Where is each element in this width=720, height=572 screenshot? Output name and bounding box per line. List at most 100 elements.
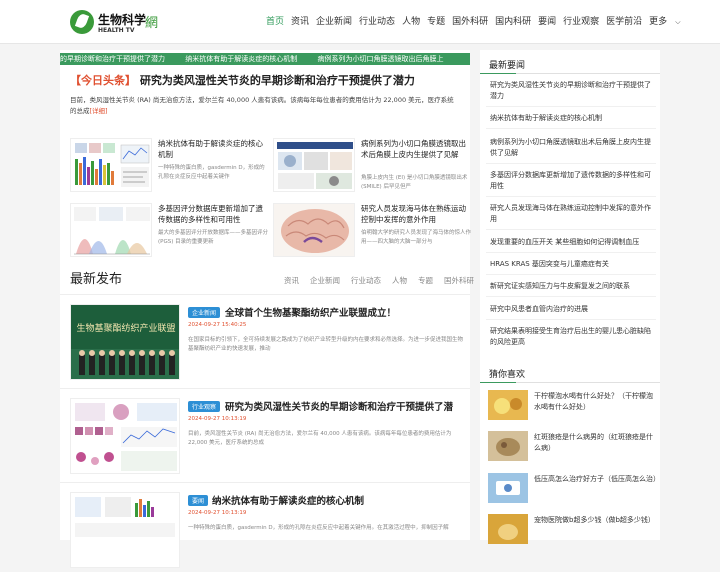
divider xyxy=(60,482,470,483)
divider xyxy=(486,274,656,275)
sidebar-news-item[interactable]: 研究人员发现海马体在熟练运动控制中发挥的意外作用 xyxy=(490,203,655,225)
nav-domestic-research[interactable]: 国内科研 xyxy=(495,14,531,27)
feature-card[interactable]: 多基因评分数据库更新增加了遗传数据的多样性和可用性 最大的多基因评分开放数据库—… xyxy=(70,203,270,263)
tab-foreign-research[interactable]: 国外科研 xyxy=(444,276,474,285)
leaf-logo-icon xyxy=(70,10,94,34)
card-description: 最大的多基因评分开放数据库——多基因评分 (PGS) 目录的重要更新 xyxy=(158,230,269,245)
article-title: 全球首个生物基聚酯纺织产业联盟成立！ xyxy=(225,308,397,319)
feature-card[interactable]: 纳米抗体有助于解读炎症的核心机制 一种特殊的蛋白质，gasdermin D，形成… xyxy=(70,138,270,198)
article-date: 2024-09-27 10:13:19 xyxy=(188,416,247,422)
article-item[interactable]: 生物基聚酯纺织产业联盟 企业新闻 全球首个生物基聚酯纺织产业联盟成立！ 2024… xyxy=(70,304,465,384)
divider xyxy=(486,128,656,129)
nav-medical-frontier[interactable]: 医学前沿 xyxy=(606,14,642,27)
ticker-item[interactable]: 的早期诊断和治疗干预提供了潜力 xyxy=(60,53,165,65)
site-logo[interactable]: 生物科学 HEALTH TV 網 xyxy=(70,8,160,38)
divider xyxy=(486,229,656,230)
tab-company-news[interactable]: 企业新闻 xyxy=(310,276,340,285)
feature-card[interactable]: 病例系列为小切口角膜透镜取出术后角膜上皮内生提供了见解 角膜上皮内生 (EI) … xyxy=(273,138,473,198)
card-title: 病例系列为小切口角膜透镜取出术后角膜上皮内生提供了见解 xyxy=(361,139,466,159)
sidebar-news-item[interactable]: 研究为类风湿性关节炎的早期诊断和治疗干预提供了潜力 xyxy=(490,80,655,102)
nav-more[interactable]: 更多 ⌵ xyxy=(649,14,687,27)
tab-people[interactable]: 人物 xyxy=(392,276,407,285)
sidebar-news-item[interactable]: 多基因评分数据库更新增加了遗传数据的多样性和可用性 xyxy=(490,170,655,192)
sidebar-news-item[interactable]: 病例系列为小切口角膜透镜取出术后角膜上皮内生提供了见解 xyxy=(490,137,655,159)
card-description: 角膜上皮内生 (EI) 是小切口角膜透镜取出术 (SMILE) 后罕见但严 xyxy=(361,175,468,190)
sidebar-title-underline xyxy=(480,382,660,383)
card-description: 一种特殊的蛋白质，gasdermin D，形成的孔隙在炎症反应中起着关键作 xyxy=(158,165,265,180)
site-header: 生物科学 HEALTH TV 網 首页 资讯 企业新闻 行业动态 人物 专题 国外科研 国内科… xyxy=(0,0,720,44)
nav-topics[interactable]: 专题 xyxy=(427,14,445,27)
category-badge[interactable]: 要闻 xyxy=(188,495,209,506)
recommended-title: 干柠檬泡水喝有什么好处？（干柠檬泡水喝有什么好处） xyxy=(534,392,653,411)
card-title: 研究人员发现海马体在熟练运动控制中发挥的意外作用 xyxy=(361,204,466,224)
article-item[interactable]: 行业观察 研究为类风湿性关节炎的早期诊断和治疗干预提供了潜 2024-09-27… xyxy=(70,398,465,478)
recommended-title: 低压高怎么治疗好方子（低压高怎么治） xyxy=(534,475,660,483)
latest-tabs: 资讯 企业新闻 行业动态 人物 专题 国外科研 xyxy=(284,275,485,286)
category-badge[interactable]: 企业新闻 xyxy=(188,307,221,318)
card-title: 纳米抗体有助于解读炎症的核心机制 xyxy=(158,139,263,159)
nav-headlines[interactable]: 要闻 xyxy=(538,14,556,27)
sidebar-news-item[interactable]: HRAS KRAS 基因突变与儿童癌症有关 xyxy=(490,259,655,270)
ticker-item[interactable]: 纳米抗体有助于解读炎症的核心机制 xyxy=(185,53,297,65)
headline-summary: 目前，类风湿性关节炎 (RA) 尚无治愈方法，爱尔兰有 40,000 人患有该病… xyxy=(70,95,460,117)
recommended-title: 宠物医院做b超多少钱（做b超多少钱） xyxy=(534,516,655,524)
card-thumbnail xyxy=(273,203,355,257)
nav-home[interactable]: 首页 xyxy=(266,14,284,27)
article-title: 研究为类风湿性关节炎的早期诊断和治疗干预提供了潜 xyxy=(225,402,454,413)
article-date: 2024-09-27 15:40:25 xyxy=(188,322,247,328)
alliance-photo: 生物基聚酯纺织产业联盟 xyxy=(71,305,179,379)
recommended-item[interactable]: 低压高怎么治疗好方子（低压高怎么治） xyxy=(488,473,660,505)
sidebar-news-item[interactable]: 新研究证实感知压力与牛皮癣复发之间的联系 xyxy=(490,281,655,292)
article-image: 生物基聚酯纺织产业联盟 xyxy=(70,304,180,380)
logo-mark: 網 xyxy=(145,16,159,31)
top-headline[interactable]: 【今日头条】 研究为类风湿性关节炎的早期诊断和治疗干预提供了潜力 xyxy=(70,72,470,88)
article-date: 2024-09-27 10:13:19 xyxy=(188,510,247,516)
ticker-item[interactable]: 病例系列为小切口角膜透镜取出后角膜上 xyxy=(317,53,443,65)
sidebar-news-item[interactable]: 纳米抗体有助于解读炎症的核心机制 xyxy=(490,113,655,124)
sidebar-news-item[interactable]: 发现重要的血压开关 某些细胞如何记得调制血压 xyxy=(490,237,655,248)
tab-topics[interactable]: 专题 xyxy=(418,276,433,285)
nav-people[interactable]: 人物 xyxy=(402,14,420,27)
read-more-link[interactable]: [详细] xyxy=(90,107,108,115)
divider xyxy=(60,294,470,295)
logo-title: 生物科学 xyxy=(98,13,147,27)
sidebar-guess-title: 猜你喜欢 xyxy=(489,370,526,380)
recommended-item[interactable]: 干柠檬泡水喝有什么好处？（干柠檬泡水喝有什么好处） xyxy=(488,390,658,422)
medical-photo xyxy=(488,431,528,461)
tab-news[interactable]: 资讯 xyxy=(284,276,299,285)
recommended-item[interactable]: 红斑狼疮是什么病男的（红斑狼疮是什么病） xyxy=(488,431,658,463)
nav-foreign-research[interactable]: 国外科研 xyxy=(452,14,488,27)
recommended-title: 红斑狼疮是什么病男的（红斑狼疮是什么病） xyxy=(534,433,653,452)
card-thumbnail xyxy=(70,138,152,192)
card-thumbnail xyxy=(70,203,152,257)
headline-summary-text: 目前，类风湿性关节炎 (RA) 尚无治愈方法，爱尔兰有 40,000 人患有该病… xyxy=(70,96,454,115)
brain-illustration xyxy=(281,209,349,253)
article-description: 目前，类风湿性关节炎 (RA) 尚无治愈方法，爱尔兰有 40,000 人患有该病… xyxy=(188,431,452,446)
figure-thumbnail xyxy=(75,143,150,187)
sidebar-news-item[interactable]: 研究结果表明接受生育治疗后出生的婴儿患心脏缺陷的风险更高 xyxy=(490,326,655,348)
category-badge[interactable]: 行业观察 xyxy=(188,401,221,412)
article-image xyxy=(70,398,180,474)
alliance-banner-text: 生物基聚酯纺织产业联盟 xyxy=(76,322,175,334)
article-title: 纳米抗体有助于解读炎症的核心机制 xyxy=(212,496,365,507)
divider xyxy=(60,388,470,389)
nav-company-news[interactable]: 企业新闻 xyxy=(316,14,352,27)
card-title: 多基因评分数据库更新增加了遗传数据的多样性和可用性 xyxy=(158,204,263,224)
recommended-thumbnail xyxy=(488,431,528,461)
divider xyxy=(486,319,656,320)
figure-thumbnail xyxy=(74,207,150,255)
sidebar-news-item[interactable]: 研究中风患者血管内治疗的进展 xyxy=(490,304,655,315)
figure-thumbnail xyxy=(71,399,179,473)
nav-observation[interactable]: 行业观察 xyxy=(563,14,599,27)
article-description: 一种特殊的蛋白质，gasdermin D，形成的孔隙在炎症反应中起着关键作用。在… xyxy=(188,525,449,531)
article-item[interactable]: 要闻 纳米抗体有助于解读炎症的核心机制 2024-09-27 10:13:19 … xyxy=(70,492,465,572)
feature-card[interactable]: 研究人员发现海马体在熟练运动控制中发挥的意外作用 伯明翰大学的研究人员发现了海马… xyxy=(273,203,473,263)
divider xyxy=(486,106,656,107)
tab-industry[interactable]: 行业动态 xyxy=(351,276,381,285)
news-ticker: 的早期诊断和治疗干预提供了潜力 纳米抗体有助于解读炎症的核心机制 病例系列为小切… xyxy=(60,53,470,65)
nav-industry[interactable]: 行业动态 xyxy=(359,14,395,27)
nav-news[interactable]: 资讯 xyxy=(291,14,309,27)
card-description: 伯明翰大学的研究人员发现了海马体的惊人作用——四大脑的大脑一部分与 xyxy=(361,230,472,245)
divider xyxy=(486,296,656,297)
recommended-item[interactable]: 宠物医院做b超多少钱（做b超多少钱） xyxy=(488,514,658,546)
